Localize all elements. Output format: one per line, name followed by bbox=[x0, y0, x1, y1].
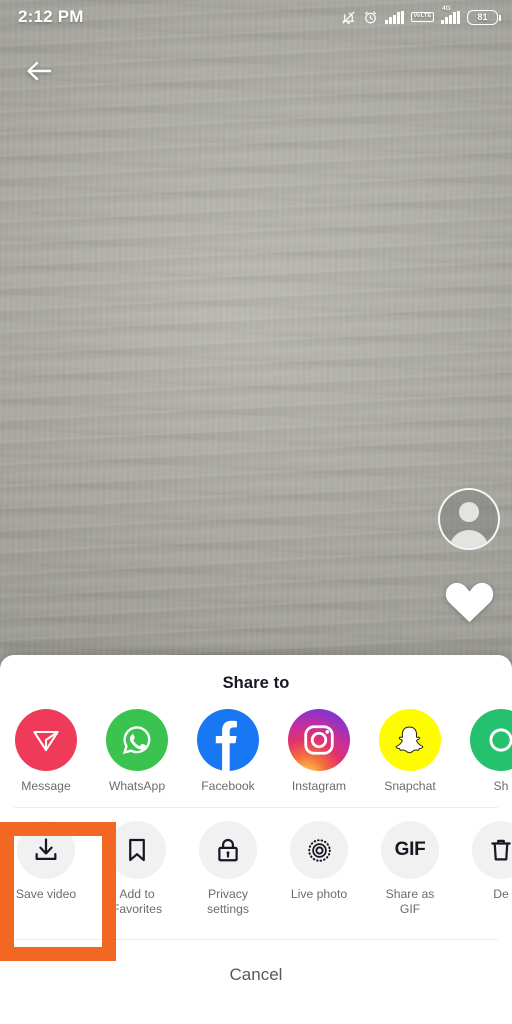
trash-icon bbox=[472, 821, 512, 879]
facebook-icon bbox=[197, 709, 259, 771]
share-app-row: Message WhatsApp Facebook Instagram Snap… bbox=[0, 709, 512, 794]
action-label: De bbox=[493, 887, 509, 901]
alarm-clock-icon bbox=[363, 10, 378, 25]
volte-badge: Vo LTE bbox=[410, 12, 435, 22]
share-target-message[interactable]: Message bbox=[14, 709, 78, 794]
instagram-icon bbox=[288, 709, 350, 771]
whatsapp-icon bbox=[106, 709, 168, 771]
share-action-row: Save video Add to Favorites Privacy sett… bbox=[0, 821, 512, 917]
bell-muted-icon bbox=[341, 10, 356, 25]
row-divider bbox=[14, 807, 498, 808]
action-share-as-gif[interactable]: GIF Share as GIF bbox=[378, 821, 442, 917]
volte-line-2: LTE bbox=[420, 13, 432, 20]
live-photo-icon bbox=[290, 821, 348, 879]
share-target-label: Instagram bbox=[291, 779, 347, 793]
action-label: Privacy settings bbox=[206, 887, 249, 916]
battery-icon: 81 bbox=[467, 9, 501, 25]
share-target-label: Facebook bbox=[201, 779, 255, 793]
status-clock: 2:12 PM bbox=[18, 7, 84, 26]
share-target-label: Snapchat bbox=[384, 779, 436, 793]
action-live-photo[interactable]: Live photo bbox=[287, 821, 351, 917]
gif-label: GIF bbox=[394, 839, 426, 860]
volte-line-1: Vo bbox=[413, 13, 421, 20]
gif-icon: GIF bbox=[381, 821, 439, 879]
share-sheet: Share to Message WhatsApp Facebook Insta… bbox=[0, 655, 512, 1024]
action-add-to-favorites[interactable]: Add to Favorites bbox=[105, 821, 169, 917]
snapchat-icon bbox=[379, 709, 441, 771]
avatar[interactable] bbox=[438, 488, 500, 550]
avatar-head bbox=[459, 502, 479, 522]
cancel-button[interactable]: Cancel bbox=[0, 940, 512, 985]
avatar-body bbox=[449, 530, 489, 548]
share-target-snapchat[interactable]: Snapchat bbox=[378, 709, 442, 794]
action-save-video[interactable]: Save video bbox=[14, 821, 78, 917]
share-sheet-title: Share to bbox=[222, 674, 290, 692]
status-bar: 2:12 PM Vo LTE 4G 81 bbox=[0, 0, 512, 34]
action-label: Live photo bbox=[290, 887, 348, 901]
download-icon bbox=[17, 821, 75, 879]
battery-level: 81 bbox=[477, 12, 488, 22]
share-target-facebook[interactable]: Facebook bbox=[196, 709, 260, 794]
video-right-rail bbox=[438, 488, 500, 629]
share-target-whatsapp[interactable]: WhatsApp bbox=[105, 709, 169, 794]
lock-icon bbox=[199, 821, 257, 879]
share-target-label: WhatsApp bbox=[108, 779, 166, 793]
phone-screen: 2:12 PM Vo LTE 4G 81 Share to Message Wh… bbox=[0, 0, 512, 1024]
tiktok-message-icon bbox=[15, 709, 77, 771]
action-delete[interactable]: De bbox=[469, 821, 512, 917]
share-target-instagram[interactable]: Instagram bbox=[287, 709, 351, 794]
green-chat-icon bbox=[470, 709, 512, 771]
bookmark-icon bbox=[108, 821, 166, 879]
action-label: Share as GIF bbox=[385, 887, 435, 916]
share-target-label: Sh bbox=[493, 779, 509, 793]
signal-bars-icon bbox=[384, 10, 404, 24]
action-label: Add to Favorites bbox=[111, 887, 163, 916]
share-target-label: Message bbox=[21, 779, 71, 793]
back-arrow-icon[interactable] bbox=[20, 54, 58, 88]
action-label: Save video bbox=[15, 887, 77, 901]
network-label: 4G bbox=[442, 4, 451, 12]
action-privacy-settings[interactable]: Privacy settings bbox=[196, 821, 260, 917]
signal-bars-4g-icon: 4G bbox=[441, 5, 460, 24]
heart-icon[interactable] bbox=[442, 574, 497, 629]
status-icon-group: Vo LTE 4G 81 bbox=[341, 5, 501, 25]
share-target-partial[interactable]: Sh bbox=[469, 709, 512, 794]
